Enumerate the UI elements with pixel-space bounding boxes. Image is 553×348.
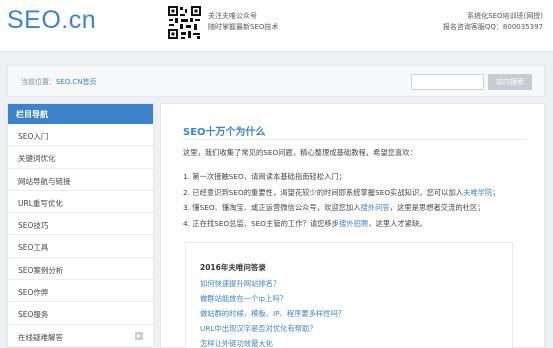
guide-point: 2. 已经意识到SEO的重要性，渴望花较少的时间即系统掌握SEO实战知识，您可以… [183, 188, 500, 204]
qr-caption-line1: 关注夫唯公众号 [208, 12, 257, 20]
sidebar-item-seo-cases[interactable]: SEO案例分析 [8, 258, 153, 281]
guide-point-tail: ； [492, 187, 500, 197]
qa-link[interactable]: URL中出现汉字是否对优化有帮助？ [200, 324, 345, 339]
sidebar-item-seo-services[interactable]: SEO服务 [8, 302, 153, 325]
page-title: SEO十万个为什么 [183, 127, 266, 138]
sidebar-item-label: 在线疑难解答 [18, 332, 63, 342]
guide-point-tail: ，这里人才紧缺。 [368, 218, 427, 228]
qr-caption: 关注夫唯公众号 随时掌握最新SEO技术 [208, 11, 278, 33]
souwai-jobs-link[interactable]: 搜外招聘 [339, 219, 368, 228]
search-button[interactable]: 站内搜索 [488, 74, 532, 90]
sidebar-item-label: SEO作弊 [18, 288, 49, 298]
sidebar-item-label: URL重写优化 [18, 198, 63, 208]
breadcrumb: 当前位置：SEO.CN首页 [21, 77, 96, 87]
sidebar-item-label: 网站导航与链接 [18, 176, 71, 186]
sidebar-item-seo-cheating[interactable]: SEO作弊 [8, 280, 153, 303]
guide-point-text: 3. 懂SEO、懂淘宝、或正运营微信公众号，欢迎您加入 [183, 203, 361, 212]
qr-caption-line2: 随时掌握最新SEO技术 [208, 23, 279, 31]
sidebar-item-online-qa[interactable]: 在线疑难解答 [8, 325, 153, 347]
sidebar-item-seo-tools[interactable]: SEO工具 [8, 235, 153, 258]
sidebar-item-seo-tips[interactable]: SEO技巧 [8, 213, 153, 236]
guide-point: 3. 懂SEO、懂淘宝、或正运营微信公众号，欢迎您加入搜外问答，这里是思想者交流… [183, 203, 500, 219]
guide-point-text: 2. 已经意识到SEO的重要性，渴望花较少的时间即系统掌握SEO实战知识，您可以… [183, 187, 464, 197]
sidebar-item-keyword-optimization[interactable]: 关键词优化 [8, 146, 153, 169]
sidebar-item-url-rewrite[interactable]: URL重写优化 [8, 191, 153, 214]
sidebar-nav: 栏目导航 SEO入门 关键词优化 网站导航与链接 URL重写优化 SEO技巧 S… [7, 103, 154, 348]
qa-panel: 2016年夫唯问答录 如何快速提升网站排名？ 做群站能放在一个ip上吗？ 做站群… [185, 242, 513, 348]
guide-point: 4. 正在找SEO总监、SEO主管的工作？请您移步搜外招聘，这里人才紧缺。 [183, 219, 500, 235]
qa-list: 如何快速提升网站排名？ 做群站能放在一个ip上吗？ 做站群的时候，模板、IP、程… [200, 279, 345, 348]
sidebar-item-label: 关键词优化 [18, 154, 56, 164]
title-divider [183, 139, 526, 140]
breadcrumb-home-link[interactable]: SEO.CN首页 [56, 78, 96, 86]
site-header: SEO.cn 关注夫唯公众号 随时掌握最新SEO技术 系统化SEO培训班(网授)… [0, 0, 553, 52]
qa-link[interactable]: 怎样让外链功效最大化 [200, 339, 345, 348]
guide-point-tail: ，这里是思想者交流的社区； [389, 203, 485, 212]
qa-link[interactable]: 如何快速提升网站排名？ [200, 279, 345, 294]
search-input[interactable] [411, 74, 484, 90]
qa-title: 2016年夫唯问答录 [200, 263, 266, 272]
sidebar-item-label: SEO服务 [18, 310, 49, 320]
main-content: SEO十万个为什么 这里，我们收集了常见的SEO问题，精心整理成基础教程，希望您… [160, 103, 545, 348]
sidebar-item-label: SEO技巧 [18, 221, 49, 231]
guide-point: 1. 第一次接触SEO，请阅读本基础指南轻松入门； [183, 172, 500, 188]
sidebar-item-label: SEO工具 [18, 243, 49, 253]
header-contact: 系统化SEO培训班(网授) 报名咨询客服QQ：800035397 [443, 11, 543, 33]
qa-link[interactable]: 做群站能放在一个ip上吗？ [200, 294, 345, 309]
breadcrumb-bar: 当前位置：SEO.CN首页 站内搜索 [7, 65, 545, 97]
guide-point-text: 1. 第一次接触SEO，请阅读本基础指南轻松入门； [183, 172, 346, 181]
intro-text: 这里，我们收集了常见的SEO问题，精心整理成基础教程，希望您喜欢： [183, 148, 417, 157]
breadcrumb-prefix: 当前位置： [21, 78, 56, 86]
sidebar-item-label: SEO入门 [18, 132, 49, 141]
sidebar-item-navigation-links[interactable]: 网站导航与链接 [8, 169, 153, 191]
site-logo[interactable]: SEO.cn [7, 6, 96, 35]
sidebar-title: 栏目导航 [8, 104, 153, 124]
chevron-right-icon [135, 331, 143, 340]
sidebar-item-seo-intro[interactable]: SEO入门 [8, 124, 153, 147]
souwai-qa-link[interactable]: 搜外问答 [361, 203, 390, 212]
sidebar-item-label: SEO案例分析 [18, 265, 64, 275]
training-link[interactable]: 系统化SEO培训班(网授) [443, 11, 543, 22]
contact-qq: 报名咨询客服QQ：800035397 [442, 23, 543, 31]
fuwei-academy-link[interactable]: 夫唯学院 [463, 188, 492, 197]
qa-link[interactable]: 做站群的时候，模板、IP、程序要多样性吗？ [200, 309, 345, 324]
guide-point-text: 4. 正在找SEO总监、SEO主管的工作？请您移步 [183, 218, 340, 228]
guide-points: 1. 第一次接触SEO，请阅读本基础指南轻松入门； 2. 已经意识到SEO的重要… [183, 172, 500, 234]
qr-code-icon [167, 5, 202, 40]
